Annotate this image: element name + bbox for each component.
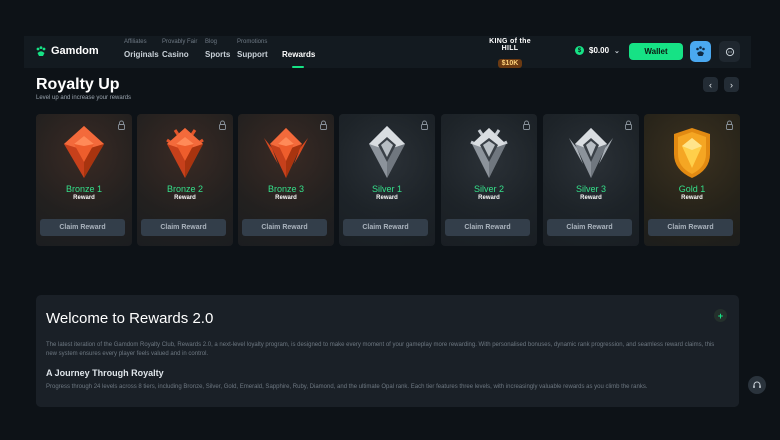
king-of-the-hill-promo[interactable]: KING of the HILL $10K bbox=[486, 38, 534, 68]
claim-reward-button[interactable]: Claim Reward bbox=[343, 219, 428, 236]
lock-icon bbox=[421, 120, 428, 130]
bronze-badge-icon bbox=[264, 128, 308, 178]
nav-link-affiliates[interactable]: Affiliates bbox=[124, 39, 159, 45]
top-navbar: Gamdom Affiliates Originals Provably Fai… bbox=[24, 36, 751, 68]
reward-card: Silver 2 Reward Claim Reward bbox=[441, 114, 537, 246]
gold-badge-icon bbox=[674, 128, 710, 178]
tier-reward-label: Reward bbox=[275, 195, 297, 201]
info-subheading: A Journey Through Royalty bbox=[46, 368, 164, 378]
reward-card: Bronze 3 Reward Claim Reward bbox=[238, 114, 334, 246]
reward-card: Bronze 1 Reward Claim Reward bbox=[36, 114, 132, 246]
nav-link-rewards[interactable]: Rewards bbox=[282, 50, 315, 59]
tier-reward-label: Reward bbox=[376, 195, 398, 201]
nav-link-originals[interactable]: Originals bbox=[124, 50, 159, 59]
claim-reward-button[interactable]: Claim Reward bbox=[648, 219, 733, 236]
tier-reward-label: Reward bbox=[580, 195, 602, 201]
bronze-badge-icon bbox=[64, 126, 104, 178]
nav-link-casino[interactable]: Casino bbox=[162, 50, 197, 59]
page-subtitle: Level up and increase your rewards bbox=[36, 95, 132, 101]
wallet-button[interactable]: Wallet bbox=[629, 43, 683, 60]
chevron-left-icon: ‹ bbox=[709, 79, 712, 90]
claim-reward-button[interactable]: Claim Reward bbox=[141, 219, 226, 236]
tier-reward-label: Reward bbox=[73, 195, 95, 201]
reward-card: Gold 1 Reward Claim Reward bbox=[644, 114, 740, 246]
tier-name: Bronze 2 bbox=[166, 184, 204, 194]
nav-group-rewards: Rewards bbox=[282, 39, 315, 59]
reward-cards-carousel: Bronze 1 Reward Claim Reward Bronze 2 Re… bbox=[36, 114, 740, 246]
chevron-right-icon: › bbox=[730, 79, 733, 90]
claim-reward-button[interactable]: Claim Reward bbox=[445, 219, 530, 236]
nav-group-casino: Provably Fair Casino bbox=[162, 39, 197, 59]
reward-card: Silver 1 Reward Claim Reward bbox=[339, 114, 435, 246]
avatar[interactable] bbox=[690, 41, 711, 62]
tier-name: Bronze 3 bbox=[267, 184, 305, 194]
support-headset-icon bbox=[753, 381, 761, 388]
nav-link-support[interactable]: Support bbox=[237, 50, 268, 59]
koth-title: KING of the HILL bbox=[489, 38, 531, 52]
tier-name: Silver 3 bbox=[575, 184, 606, 194]
koth-prize: $10K bbox=[497, 59, 523, 68]
tier-reward-label: Reward bbox=[174, 195, 196, 201]
tier-name: Bronze 1 bbox=[65, 184, 103, 194]
nav-link-blog[interactable]: Blog bbox=[205, 39, 230, 45]
tier-name: Silver 1 bbox=[371, 184, 402, 194]
content-fade bbox=[36, 391, 739, 407]
logo-text: Gamdom bbox=[51, 45, 99, 57]
lock-icon bbox=[523, 120, 530, 130]
expand-button[interactable]: + bbox=[714, 309, 727, 322]
nav-group-originals: Affiliates Originals bbox=[124, 39, 159, 59]
nav-link-sports[interactable]: Sports bbox=[205, 50, 230, 59]
balance-selector[interactable]: $ $0.00 ⌄ bbox=[575, 46, 620, 55]
info-title: Welcome to Rewards 2.0 bbox=[46, 310, 214, 327]
tier-name: Gold 1 bbox=[678, 184, 706, 194]
claim-reward-button[interactable]: Claim Reward bbox=[547, 219, 632, 236]
nav-link-promotions[interactable]: Promotions bbox=[237, 39, 268, 45]
lock-icon bbox=[726, 120, 733, 130]
lock-icon bbox=[320, 120, 327, 130]
chat-button[interactable] bbox=[719, 41, 740, 62]
claim-reward-button[interactable]: Claim Reward bbox=[40, 219, 125, 236]
silver-badge-icon bbox=[569, 128, 613, 178]
rewards-info-panel: Welcome to Rewards 2.0 + The latest iter… bbox=[36, 295, 739, 407]
bronze-badge-icon bbox=[166, 128, 204, 178]
silver-badge-icon bbox=[369, 126, 405, 178]
logo[interactable]: Gamdom bbox=[36, 45, 99, 57]
nav-link-provably-fair[interactable]: Provably Fair bbox=[162, 39, 197, 45]
nav-group-sports: Blog Sports bbox=[205, 39, 230, 59]
lock-icon bbox=[118, 120, 125, 130]
page-title: Royalty Up bbox=[36, 76, 120, 93]
coin-icon: $ bbox=[575, 46, 584, 55]
reward-card: Silver 3 Reward Claim Reward bbox=[543, 114, 639, 246]
tier-reward-label: Reward bbox=[478, 195, 500, 201]
active-tab-indicator bbox=[292, 66, 304, 68]
carousel-prev-button[interactable]: ‹ bbox=[703, 77, 718, 92]
balance-amount: $0.00 bbox=[589, 46, 610, 55]
info-paragraph: The latest iteration of the Gamdom Royal… bbox=[46, 342, 715, 357]
carousel-next-button[interactable]: › bbox=[724, 77, 739, 92]
lock-icon bbox=[219, 120, 226, 130]
paw-logo-icon bbox=[36, 45, 46, 56]
paw-avatar-icon bbox=[696, 46, 705, 56]
tier-name: Silver 2 bbox=[473, 184, 504, 194]
support-button[interactable] bbox=[748, 376, 766, 394]
tier-reward-label: Reward bbox=[681, 195, 703, 201]
silver-badge-icon bbox=[470, 128, 508, 178]
reward-card: Bronze 2 Reward Claim Reward bbox=[137, 114, 233, 246]
nav-group-support: Promotions Support bbox=[237, 39, 268, 59]
claim-reward-button[interactable]: Claim Reward bbox=[242, 219, 327, 236]
plus-icon: + bbox=[717, 310, 724, 321]
chevron-down-icon: ⌄ bbox=[614, 47, 620, 55]
chat-icon bbox=[725, 47, 734, 56]
lock-icon bbox=[625, 120, 632, 130]
